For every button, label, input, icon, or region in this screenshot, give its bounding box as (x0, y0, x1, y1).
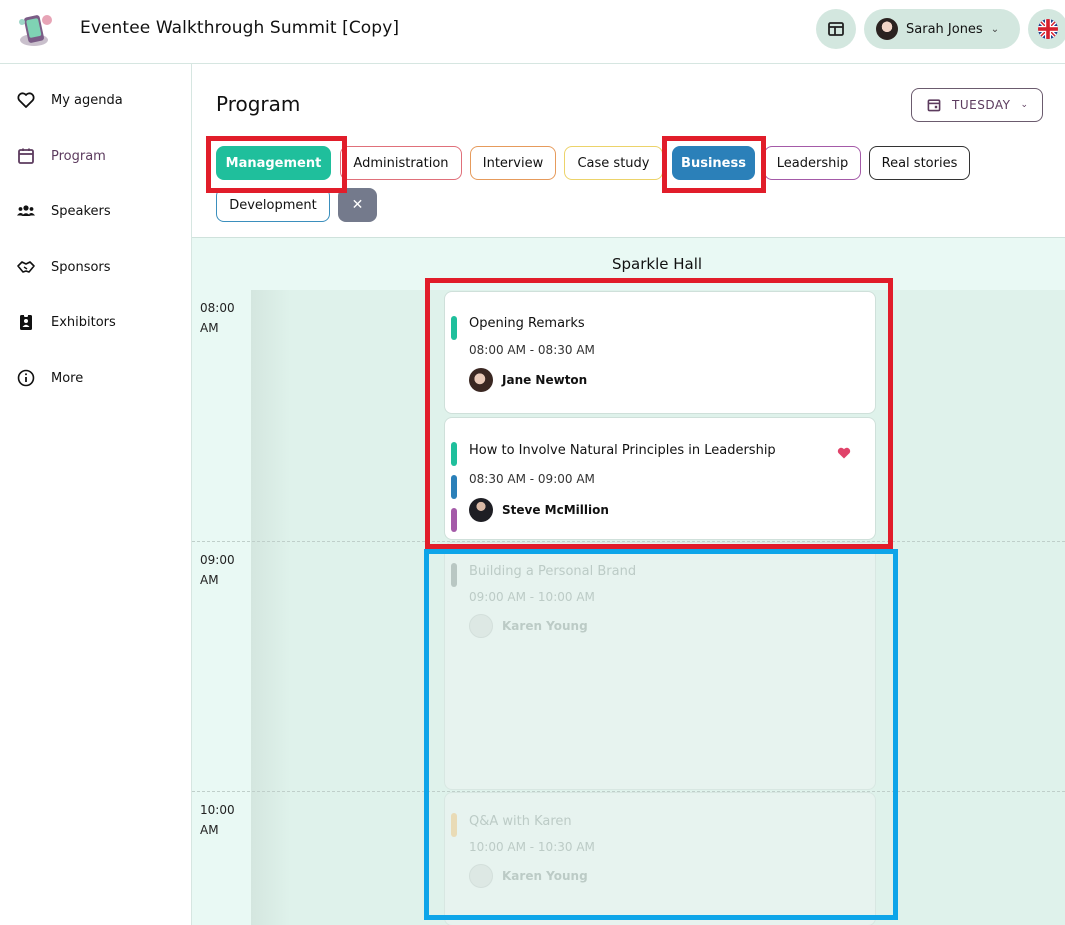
highlight-box (206, 136, 347, 193)
uk-flag-icon (1038, 19, 1058, 39)
sidebar-item-label: Sponsors (51, 259, 111, 275)
user-name: Sarah Jones (906, 21, 983, 37)
time-label-ampm: AM (200, 823, 219, 837)
time-label-0900: 09:00 AM (200, 550, 235, 590)
highlight-box (662, 136, 766, 193)
time-label-0800: 08:00 AM (200, 298, 235, 338)
tag-chip-label: Leadership (776, 155, 849, 171)
user-menu-button[interactable]: Sarah Jones ⌄ (864, 9, 1020, 49)
day-selector-label: TUESDAY (952, 98, 1011, 112)
time-label-hour: 10:00 (200, 803, 235, 817)
tag-chip-label: Case study (577, 155, 650, 171)
app-title: Eventee Walkthrough Summit [Copy] (80, 18, 400, 38)
sidebar-item-label: More (51, 370, 84, 386)
chevron-down-icon: ⌄ (1020, 100, 1029, 110)
tag-chip-real-stories[interactable]: Real stories (869, 146, 970, 180)
tag-chip-interview[interactable]: Interview (470, 146, 556, 180)
sidebar-item-label: My agenda (51, 92, 123, 108)
highlight-box (425, 278, 893, 549)
time-label-hour: 08:00 (200, 301, 235, 315)
sidebar: My agenda Program Speakers Sponsors Exhi… (0, 64, 192, 925)
sidebar-item-label: Speakers (51, 203, 111, 219)
sidebar-item-speakers[interactable]: Speakers (16, 199, 111, 223)
hall-name: Sparkle Hall (612, 255, 703, 273)
language-button[interactable] (1028, 9, 1065, 49)
highlight-box (424, 549, 898, 920)
timeline-shade (251, 290, 291, 925)
tag-chip-case-study[interactable]: Case study (564, 146, 663, 180)
page-title: Program (216, 92, 301, 116)
people-icon (17, 205, 35, 216)
badge-icon (20, 314, 32, 330)
time-label-ampm: AM (200, 321, 219, 335)
tag-chip-label: Interview (482, 155, 544, 171)
handshake-icon (17, 261, 35, 273)
clear-filters-button[interactable]: ✕ (338, 188, 377, 222)
time-label-hour: 09:00 (200, 553, 235, 567)
main-content: Program TUESDAY ⌄ Management Administrat… (192, 64, 1065, 925)
user-avatar (876, 18, 898, 40)
eventee-logo[interactable] (14, 10, 58, 48)
tag-chip-leadership[interactable]: Leadership (764, 146, 861, 180)
tag-chip-administration[interactable]: Administration (340, 146, 462, 180)
sidebar-item-my-agenda[interactable]: My agenda (16, 88, 123, 112)
top-bar: Eventee Walkthrough Summit [Copy] Sarah … (0, 0, 1065, 64)
layout-icon (828, 22, 844, 36)
time-label-ampm: AM (200, 573, 219, 587)
calendar-icon (927, 99, 941, 112)
sidebar-item-more[interactable]: More (16, 366, 83, 390)
tag-chip-label: Real stories (881, 155, 958, 171)
calendar-icon (18, 148, 34, 164)
sidebar-item-label: Exhibitors (51, 314, 116, 330)
tag-chip-label: Development (229, 197, 317, 213)
chevron-down-icon: ⌄ (990, 23, 1000, 35)
sidebar-item-exhibitors[interactable]: Exhibitors (16, 310, 116, 334)
tag-chip-label: Administration (353, 155, 449, 171)
info-icon (17, 369, 35, 387)
sidebar-item-label: Program (51, 148, 106, 164)
heart-icon (17, 92, 35, 108)
tag-chip-development[interactable]: Development (216, 188, 330, 222)
time-label-1000: 10:00 AM (200, 800, 235, 840)
sidebar-item-program[interactable]: Program (16, 144, 106, 168)
close-icon: ✕ (351, 197, 364, 213)
sidebar-item-sponsors[interactable]: Sponsors (16, 255, 111, 279)
day-selector[interactable]: TUESDAY ⌄ (911, 88, 1043, 122)
layout-toggle-button[interactable] (816, 9, 856, 49)
